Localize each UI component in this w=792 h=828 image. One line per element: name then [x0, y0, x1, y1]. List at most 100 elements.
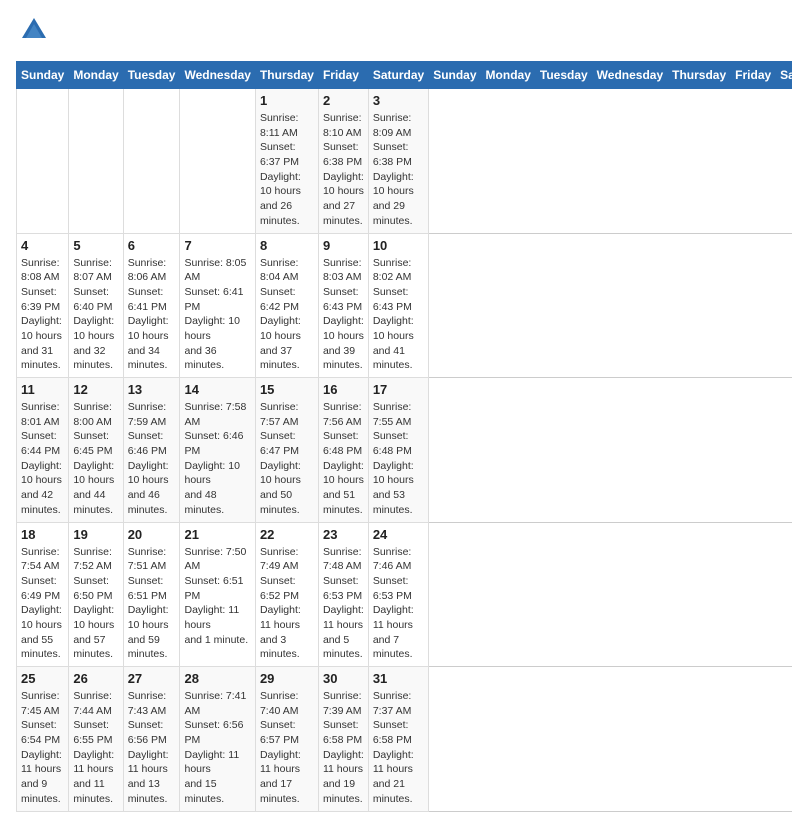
- calendar-cell: 26 Sunrise: 7:44 AMSunset: 6:55 PMDayligh…: [69, 667, 123, 812]
- day-info: Sunrise: 8:07 AMSunset: 6:40 PMDaylight:…: [73, 256, 118, 374]
- calendar-cell: 27Sunrise: 7:43 AMSunset: 6:56 PMDayligh…: [123, 667, 180, 812]
- day-header-monday: Monday: [481, 62, 535, 89]
- day-header-friday: Friday: [318, 62, 368, 89]
- day-info: Sunrise: 7:56 AMSunset: 6:48 PMDaylight:…: [323, 400, 364, 518]
- day-info: Sunrise: 8:10 AMSunset: 6:38 PMDaylight:…: [323, 111, 364, 229]
- calendar-header-row: SundayMondayTuesdayWednesdayThursdayFrid…: [17, 62, 792, 89]
- day-number: 5: [73, 238, 118, 253]
- day-info: Sunrise: 7:51 AMSunset: 6:51 PMDaylight:…: [128, 545, 176, 663]
- day-number: 15: [260, 382, 314, 397]
- calendar-cell: 13 Sunrise: 7:59 AMSunset: 6:46 PMDayligh…: [123, 378, 180, 523]
- day-info: Sunrise: 7:59 AMSunset: 6:46 PMDaylight:…: [128, 400, 176, 518]
- day-info: Sunrise: 7:41 AMSunset: 6:56 PMDaylight:…: [184, 689, 250, 807]
- calendar-cell: 15 Sunrise: 7:57 AMSunset: 6:47 PMDayligh…: [255, 378, 318, 523]
- calendar-cell: 5 Sunrise: 8:07 AMSunset: 6:40 PMDaylight…: [69, 233, 123, 378]
- day-number: 1: [260, 93, 314, 108]
- day-number: 29: [260, 671, 314, 686]
- calendar-cell: 16 Sunrise: 7:56 AMSunset: 6:48 PMDayligh…: [318, 378, 368, 523]
- day-info: Sunrise: 7:52 AMSunset: 6:50 PMDaylight:…: [73, 545, 118, 663]
- day-number: 22: [260, 527, 314, 542]
- day-info: Sunrise: 7:55 AMSunset: 6:48 PMDaylight:…: [373, 400, 424, 518]
- day-number: 31: [373, 671, 424, 686]
- day-number: 18: [21, 527, 64, 542]
- day-info: Sunrise: 8:04 AMSunset: 6:42 PMDaylight:…: [260, 256, 314, 374]
- day-header-thursday: Thursday: [668, 62, 731, 89]
- day-number: 3: [373, 93, 424, 108]
- week-row-3: 11 Sunrise: 8:01 AMSunset: 6:44 PMDayligh…: [17, 378, 792, 523]
- day-header-sunday: Sunday: [17, 62, 69, 89]
- day-number: 26: [73, 671, 118, 686]
- day-header-tuesday: Tuesday: [535, 62, 592, 89]
- calendar-cell: 22Sunrise: 7:49 AMSunset: 6:52 PMDayligh…: [255, 522, 318, 667]
- day-info: Sunrise: 7:44 AMSunset: 6:55 PMDaylight:…: [73, 689, 118, 807]
- day-number: 16: [323, 382, 364, 397]
- day-number: 19: [73, 527, 118, 542]
- calendar-cell: 31 Sunrise: 7:37 AMSunset: 6:58 PMDayligh…: [368, 667, 428, 812]
- calendar-cell: [17, 89, 69, 234]
- day-header-tuesday: Tuesday: [123, 62, 180, 89]
- day-header-friday: Friday: [731, 62, 776, 89]
- calendar-cell: 20 Sunrise: 7:51 AMSunset: 6:51 PMDayligh…: [123, 522, 180, 667]
- calendar-cell: 25 Sunrise: 7:45 AMSunset: 6:54 PMDayligh…: [17, 667, 69, 812]
- day-number: 11: [21, 382, 64, 397]
- day-number: 23: [323, 527, 364, 542]
- calendar-cell: 9 Sunrise: 8:03 AMSunset: 6:43 PMDaylight…: [318, 233, 368, 378]
- day-info: Sunrise: 7:58 AMSunset: 6:46 PMDaylight:…: [184, 400, 250, 518]
- calendar-cell: 30 Sunrise: 7:39 AMSunset: 6:58 PMDayligh…: [318, 667, 368, 812]
- day-info: Sunrise: 8:05 AMSunset: 6:41 PMDaylight:…: [184, 256, 250, 374]
- logo: [16, 16, 48, 49]
- header: [16, 16, 776, 49]
- day-info: Sunrise: 7:45 AMSunset: 6:54 PMDaylight:…: [21, 689, 64, 807]
- day-number: 10: [373, 238, 424, 253]
- calendar-cell: 11 Sunrise: 8:01 AMSunset: 6:44 PMDayligh…: [17, 378, 69, 523]
- calendar-cell: 7Sunrise: 8:05 AMSunset: 6:41 PMDaylight…: [180, 233, 255, 378]
- calendar-cell: 18 Sunrise: 7:54 AMSunset: 6:49 PMDayligh…: [17, 522, 69, 667]
- day-info: Sunrise: 8:08 AMSunset: 6:39 PMDaylight:…: [21, 256, 64, 374]
- calendar-cell: 17 Sunrise: 7:55 AMSunset: 6:48 PMDayligh…: [368, 378, 428, 523]
- day-info: Sunrise: 8:06 AMSunset: 6:41 PMDaylight:…: [128, 256, 176, 374]
- day-info: Sunrise: 8:01 AMSunset: 6:44 PMDaylight:…: [21, 400, 64, 518]
- day-info: Sunrise: 7:54 AMSunset: 6:49 PMDaylight:…: [21, 545, 64, 663]
- day-number: 30: [323, 671, 364, 686]
- day-number: 2: [323, 93, 364, 108]
- day-info: Sunrise: 8:11 AMSunset: 6:37 PMDaylight:…: [260, 111, 314, 229]
- day-info: Sunrise: 7:39 AMSunset: 6:58 PMDaylight:…: [323, 689, 364, 807]
- day-number: 17: [373, 382, 424, 397]
- day-number: 6: [128, 238, 176, 253]
- day-number: 9: [323, 238, 364, 253]
- day-number: 25: [21, 671, 64, 686]
- day-number: 20: [128, 527, 176, 542]
- calendar-cell: 10 Sunrise: 8:02 AMSunset: 6:43 PMDayligh…: [368, 233, 428, 378]
- day-info: Sunrise: 8:02 AMSunset: 6:43 PMDaylight:…: [373, 256, 424, 374]
- day-info: Sunrise: 7:46 AMSunset: 6:53 PMDaylight:…: [373, 545, 424, 663]
- day-number: 24: [373, 527, 424, 542]
- day-info: Sunrise: 7:37 AMSunset: 6:58 PMDaylight:…: [373, 689, 424, 807]
- calendar-cell: 3 Sunrise: 8:09 AMSunset: 6:38 PMDaylight…: [368, 89, 428, 234]
- day-info: Sunrise: 7:48 AMSunset: 6:53 PMDaylight:…: [323, 545, 364, 663]
- day-header-wednesday: Wednesday: [592, 62, 667, 89]
- calendar-cell: 28 Sunrise: 7:41 AMSunset: 6:56 PMDayligh…: [180, 667, 255, 812]
- day-number: 8: [260, 238, 314, 253]
- calendar-table: SundayMondayTuesdayWednesdayThursdayFrid…: [16, 61, 792, 812]
- calendar-cell: [123, 89, 180, 234]
- calendar-cell: 24 Sunrise: 7:46 AMSunset: 6:53 PMDayligh…: [368, 522, 428, 667]
- day-info: Sunrise: 7:43 AMSunset: 6:56 PMDaylight:…: [128, 689, 176, 807]
- day-header-thursday: Thursday: [255, 62, 318, 89]
- day-number: 28: [184, 671, 250, 686]
- day-number: 21: [184, 527, 250, 542]
- calendar-cell: 1 Sunrise: 8:11 AMSunset: 6:37 PMDaylight…: [255, 89, 318, 234]
- day-info: Sunrise: 8:09 AMSunset: 6:38 PMDaylight:…: [373, 111, 424, 229]
- week-row-4: 18 Sunrise: 7:54 AMSunset: 6:49 PMDayligh…: [17, 522, 792, 667]
- calendar-cell: 8 Sunrise: 8:04 AMSunset: 6:42 PMDaylight…: [255, 233, 318, 378]
- day-number: 13: [128, 382, 176, 397]
- calendar-cell: 19 Sunrise: 7:52 AMSunset: 6:50 PMDayligh…: [69, 522, 123, 667]
- day-info: Sunrise: 7:50 AMSunset: 6:51 PMDaylight:…: [184, 545, 250, 648]
- day-info: Sunrise: 8:03 AMSunset: 6:43 PMDaylight:…: [323, 256, 364, 374]
- week-row-2: 4Sunrise: 8:08 AMSunset: 6:39 PMDaylight…: [17, 233, 792, 378]
- calendar-cell: 12Sunrise: 8:00 AMSunset: 6:45 PMDayligh…: [69, 378, 123, 523]
- day-header-monday: Monday: [69, 62, 123, 89]
- calendar-cell: 4Sunrise: 8:08 AMSunset: 6:39 PMDaylight…: [17, 233, 69, 378]
- day-header-saturday: Saturday: [776, 62, 792, 89]
- week-row-1: 1 Sunrise: 8:11 AMSunset: 6:37 PMDaylight…: [17, 89, 792, 234]
- day-info: Sunrise: 7:57 AMSunset: 6:47 PMDaylight:…: [260, 400, 314, 518]
